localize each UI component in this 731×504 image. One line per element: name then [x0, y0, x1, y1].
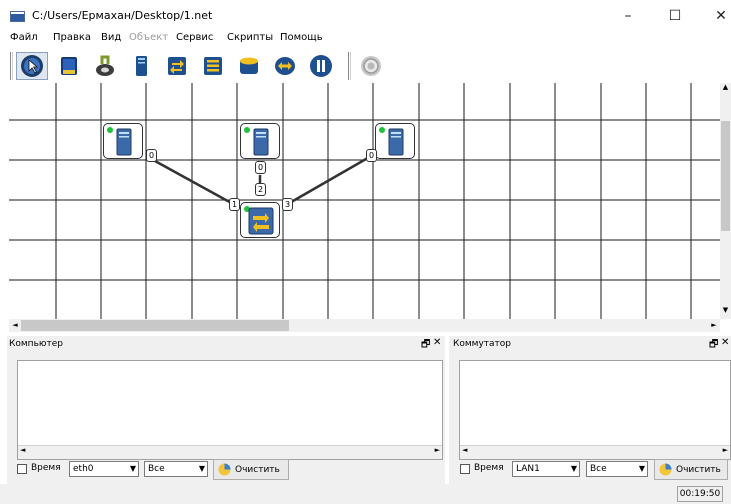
cursor-tool-icon[interactable] — [16, 52, 48, 80]
restore-icon[interactable]: 🗗 — [421, 337, 430, 354]
time-label: Время — [474, 463, 504, 473]
window-title: C:/Users/Ермахан/Desktop/1.net — [32, 9, 213, 22]
log-area[interactable]: ◄ ► — [17, 360, 443, 460]
log-horizontal-scrollbar[interactable]: ◄ ► — [460, 445, 730, 459]
computer-node-1[interactable] — [103, 123, 143, 159]
computer-node-3[interactable] — [375, 123, 415, 159]
horizontal-scrollbar[interactable]: ◄ ► — [9, 319, 720, 332]
menu-bar: Файл Правка Вид Объект Сервис Скрипты По… — [0, 30, 731, 48]
filter-select[interactable]: Все ▼ — [144, 461, 208, 477]
cable-tool-icon[interactable] — [89, 52, 121, 80]
switch-icon — [248, 207, 274, 235]
clear-label: Очистить — [676, 464, 721, 475]
close-icon[interactable]: ✕ — [721, 337, 729, 348]
computer-icon — [116, 128, 132, 156]
chevron-down-icon: ▼ — [129, 464, 136, 473]
chevron-down-icon: ▼ — [198, 464, 205, 473]
toolbar — [0, 49, 731, 83]
scroll-down-icon[interactable]: ▼ — [720, 306, 731, 318]
close-button[interactable]: ✕ — [701, 6, 731, 26]
maximize-button[interactable]: ☐ — [655, 6, 695, 26]
close-icon[interactable]: ✕ — [433, 337, 441, 348]
menu-view[interactable]: Вид — [101, 32, 121, 43]
minimize-button[interactable]: – — [608, 6, 648, 26]
port-label: 3 — [282, 198, 293, 211]
restore-icon[interactable]: 🗗 — [709, 337, 718, 354]
time-checkbox[interactable] — [17, 464, 27, 474]
chevron-down-icon: ▼ — [570, 464, 577, 473]
clear-icon — [218, 463, 231, 476]
clear-button[interactable]: Очистить — [654, 459, 728, 480]
computer-icon — [253, 128, 269, 156]
menu-file[interactable]: Файл — [10, 32, 38, 43]
scroll-left-icon[interactable]: ◄ — [9, 319, 21, 332]
gear-icon[interactable] — [355, 52, 387, 80]
interface-select[interactable]: LAN1 ▼ — [512, 461, 580, 477]
interface-value: LAN1 — [516, 464, 540, 474]
simulation-clock: 00:19:50 — [677, 486, 723, 502]
log-area[interactable]: ◄ ► — [459, 360, 731, 460]
vertical-scrollbar[interactable]: ▲ ▼ — [720, 83, 731, 319]
computer-icon — [388, 128, 404, 156]
port-label: 1 — [229, 198, 240, 211]
computer-tool-icon[interactable] — [125, 52, 157, 80]
clear-button[interactable]: Очистить — [213, 459, 289, 480]
time-checkbox[interactable] — [460, 464, 470, 474]
menu-help[interactable]: Помощь — [280, 32, 323, 43]
chevron-down-icon: ▼ — [638, 464, 645, 473]
clear-label: Очистить — [235, 464, 280, 475]
vertical-scroll-thumb[interactable] — [721, 121, 730, 231]
menu-service[interactable]: Сервис — [176, 32, 213, 43]
toolbar-grip[interactable] — [10, 52, 13, 80]
scroll-right-icon[interactable]: ► — [708, 319, 720, 332]
hub-tool-icon[interactable] — [197, 52, 229, 80]
horizontal-scroll-thumb[interactable] — [21, 320, 289, 331]
menu-scripts[interactable]: Скрипты — [227, 32, 273, 43]
scroll-left-icon[interactable]: ◄ — [462, 446, 467, 454]
port-label: 0 — [255, 161, 266, 174]
switch-log-panel: Коммутатор 🗗 ✕ ◄ ► Время LAN1 ▼ Все ▼ Оч… — [449, 336, 731, 484]
switch-tool-icon[interactable] — [161, 52, 193, 80]
status-bar: 00:19:50 — [0, 484, 731, 504]
port-label: 2 — [255, 183, 266, 196]
scroll-left-icon[interactable]: ◄ — [20, 446, 25, 454]
computer-log-panel: Компьютер 🗗 ✕ ◄ ► Время eth0 ▼ Все ▼ Очи… — [7, 336, 445, 484]
filter-select[interactable]: Все ▼ — [586, 461, 648, 477]
network-canvas[interactable]: 0 0 0 1 2 3 — [9, 83, 720, 319]
scroll-right-icon[interactable]: ► — [723, 446, 728, 454]
port-label: 0 — [366, 149, 377, 162]
panel-title: Коммутатор — [453, 339, 512, 349]
pause-icon[interactable] — [305, 52, 337, 80]
switch-node[interactable] — [240, 202, 280, 238]
scroll-up-icon[interactable]: ▲ — [720, 83, 731, 95]
filter-value: Все — [148, 464, 165, 474]
grid-lines — [9, 83, 720, 319]
computer-node-2[interactable] — [240, 123, 280, 159]
bridge-tool-icon[interactable] — [269, 52, 301, 80]
delete-tool-icon[interactable] — [53, 52, 85, 80]
log-horizontal-scrollbar[interactable]: ◄ ► — [18, 445, 442, 459]
menu-object[interactable]: Объект — [129, 32, 168, 43]
panel-title: Компьютер — [9, 339, 63, 349]
toolbar-separator — [348, 52, 351, 80]
scroll-right-icon[interactable]: ► — [435, 446, 440, 454]
filter-value: Все — [590, 464, 607, 474]
interface-select[interactable]: eth0 ▼ — [69, 461, 139, 477]
port-label: 0 — [146, 149, 157, 162]
time-label: Время — [31, 463, 61, 473]
menu-edit[interactable]: Правка — [53, 32, 91, 43]
interface-value: eth0 — [73, 464, 94, 474]
title-bar: C:/Users/Ермахан/Desktop/1.net – ☐ ✕ — [0, 0, 731, 30]
router-tool-icon[interactable] — [233, 52, 265, 80]
clear-icon — [659, 463, 672, 476]
app-icon — [10, 11, 25, 22]
